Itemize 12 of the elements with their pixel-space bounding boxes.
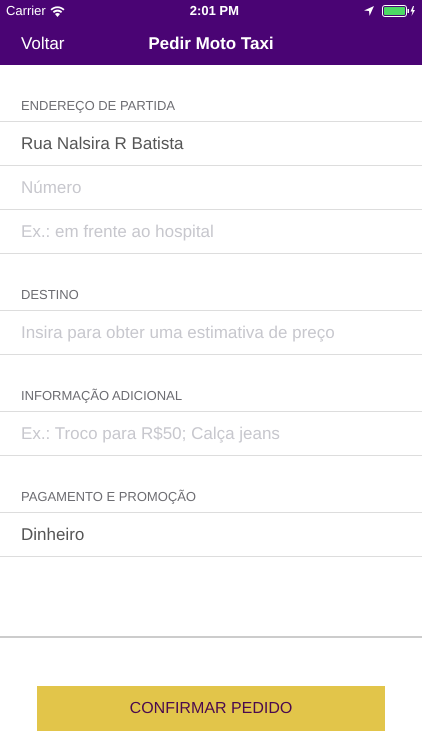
- section-header: INFORMAÇÃO ADICIONAL: [21, 386, 182, 405]
- time-label: 2:01 PM: [190, 2, 239, 20]
- battery-icon: [382, 5, 416, 17]
- location-arrow-icon: [364, 6, 374, 16]
- back-link[interactable]: Voltar: [0, 30, 86, 56]
- confirm-order-button[interactable]: CONFIRMAR PEDIDO: [37, 686, 385, 731]
- section-header: DESTINO: [21, 286, 79, 304]
- section-header: ENDEREÇO DE PARTIDA: [21, 96, 176, 115]
- wifi-icon: [50, 6, 65, 16]
- carrier-label: Carrier: [6, 2, 46, 20]
- section-header: PAGAMENTO E PROMOÇÃO: [21, 488, 196, 506]
- nav-title: Pedir Moto Taxi: [148, 34, 274, 53]
